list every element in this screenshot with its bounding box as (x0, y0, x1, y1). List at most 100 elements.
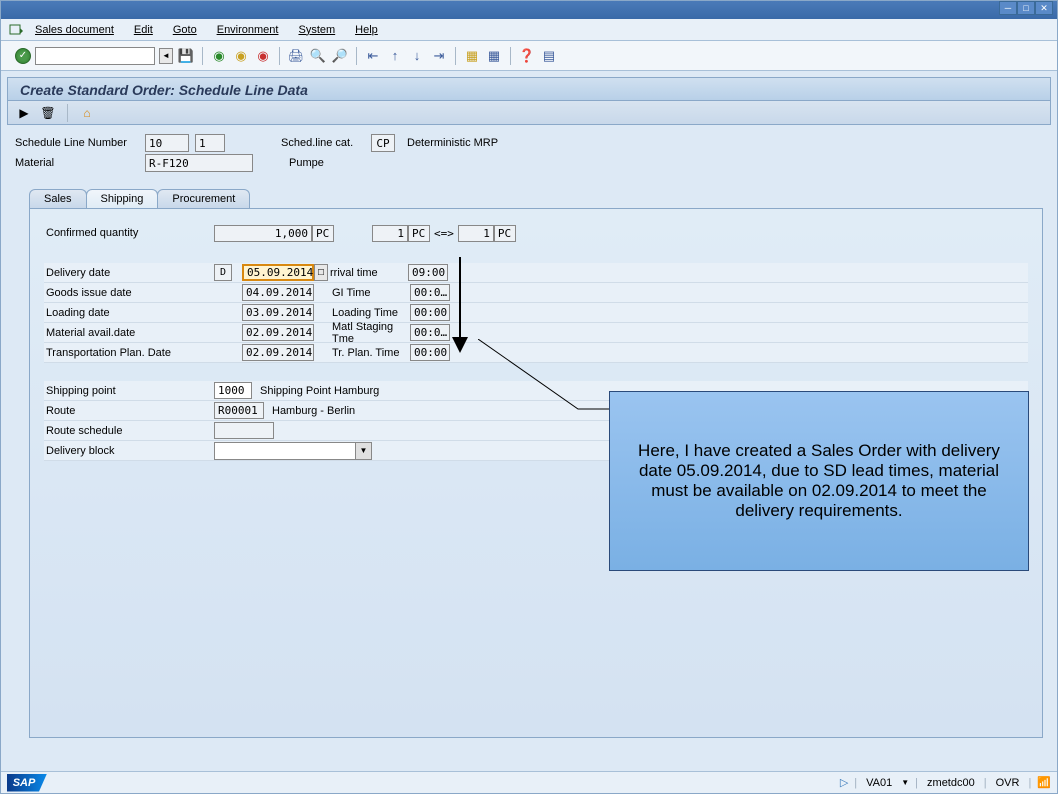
create-session-icon[interactable]: ▦ (463, 47, 481, 65)
delivery-date-val[interactable]: 05.09.2014 (242, 264, 314, 281)
qty3-unit: PC (494, 225, 516, 242)
tr-plan-time-label: Tr. Plan. Time (332, 347, 410, 359)
gi-time-val[interactable]: 00:0… (410, 284, 450, 301)
separator (455, 47, 456, 65)
route-val[interactable]: R00001 (214, 402, 264, 419)
arrival-time-val[interactable]: 09:00 (408, 264, 448, 281)
qty2-unit: PC (408, 225, 430, 242)
shipping-point-val[interactable]: 1000 (214, 382, 252, 399)
delivery-block-label: Delivery block (44, 445, 214, 457)
delivery-block-select[interactable]: ▼ (214, 442, 372, 460)
tab-sales[interactable]: Sales (29, 189, 87, 208)
loading-date-val[interactable]: 03.09.2014 (242, 304, 314, 321)
app-window: ─ □ ✕ Sales document Edit Goto Environme… (0, 0, 1058, 794)
toolbar: ✓ ◄ 💾 ◉ ◉ ◉ 🖨 🔍 🔎 ⇤ ↑ ↓ ⇥ ▦ ▦ ❓ ▤ (1, 41, 1057, 71)
menu-goto[interactable]: Goto (165, 22, 205, 38)
status-mode: OVR (993, 777, 1023, 789)
arrival-time-label: rrival time (330, 267, 408, 279)
sched-line-number-2[interactable] (195, 134, 225, 152)
delivery-date-f4-icon[interactable]: ☐ (314, 264, 328, 281)
qty2-val: 1 (372, 225, 408, 242)
flow-arrow-icon (448, 257, 472, 356)
sched-line-cat-desc: Deterministic MRP (407, 137, 498, 149)
save-icon[interactable]: 💾 (177, 47, 195, 65)
status-forward-icon[interactable]: ▷ (840, 776, 848, 789)
delivery-date-type[interactable]: D (214, 264, 232, 281)
prev-page-icon[interactable]: ↑ (386, 47, 404, 65)
minimize-button[interactable]: ─ (999, 1, 1017, 15)
action-bar: ▶ 🗑 ⌂ (7, 101, 1051, 125)
route-schedule-label: Route schedule (44, 425, 214, 437)
menu-system-icon[interactable] (9, 23, 23, 37)
material-desc: Pumpe (289, 157, 324, 169)
delete-icon[interactable]: 🗑 (40, 105, 56, 121)
exit-icon[interactable]: ◉ (232, 47, 250, 65)
menu-edit[interactable]: Edit (126, 22, 161, 38)
find-next-icon[interactable]: 🔎 (331, 47, 349, 65)
menu-environment[interactable]: Environment (209, 22, 287, 38)
home-icon[interactable]: ⌂ (79, 105, 95, 121)
goods-issue-label: Goods issue date (44, 287, 214, 299)
tab-shipping[interactable]: Shipping (86, 189, 159, 208)
confirmed-qty-val: 1,000 (214, 225, 312, 242)
goods-issue-val[interactable]: 04.09.2014 (242, 284, 314, 301)
shipping-point-desc: Shipping Point Hamburg (260, 385, 379, 397)
tr-plan-date-val[interactable]: 02.09.2014 (242, 344, 314, 361)
separator (279, 47, 280, 65)
statusbar: SAP ▷ | VA01 ▼ | zmetdc00 | OVR | 📶 (1, 771, 1057, 793)
print-icon[interactable]: 🖨 (287, 47, 305, 65)
command-field[interactable] (35, 47, 155, 65)
sched-line-cat-val[interactable] (371, 134, 395, 152)
status-system: zmetdc00 (924, 777, 978, 789)
separator (202, 47, 203, 65)
first-page-icon[interactable]: ⇤ (364, 47, 382, 65)
sap-logo-icon: SAP (7, 774, 47, 792)
route-label: Route (44, 405, 214, 417)
maximize-button[interactable]: □ (1017, 1, 1035, 15)
menu-sales-document[interactable]: Sales document (27, 22, 122, 38)
mat-avail-val[interactable]: 02.09.2014 (242, 324, 314, 341)
loading-time-val[interactable]: 00:00 (410, 304, 450, 321)
menu-system[interactable]: System (290, 22, 343, 38)
mat-staging-label: Matl Staging Tme (332, 321, 410, 345)
mat-staging-val[interactable]: 00:0… (410, 324, 450, 341)
status-right: ▷ | VA01 ▼ | zmetdc00 | OVR | 📶 (840, 776, 1051, 789)
tabs: Sales Shipping Procurement (29, 189, 1043, 208)
tr-plan-time-val[interactable]: 00:00 (410, 344, 450, 361)
gi-time-label: GI Time (332, 287, 410, 299)
route-desc: Hamburg - Berlin (272, 405, 355, 417)
material-val[interactable] (145, 154, 253, 172)
close-button[interactable]: ✕ (1035, 1, 1053, 15)
back-icon[interactable]: ◉ (210, 47, 228, 65)
find-icon[interactable]: 🔍 (309, 47, 327, 65)
status-tcode: VA01 (863, 777, 895, 789)
loading-time-label: Loading Time (332, 307, 410, 319)
last-page-icon[interactable]: ⇥ (430, 47, 448, 65)
status-signal-icon: 📶 (1037, 776, 1051, 789)
execute-icon[interactable]: ▶ (16, 105, 32, 121)
page-title: Create Standard Order: Schedule Line Dat… (7, 77, 1051, 101)
sched-line-cat-label: Sched.line cat. (281, 137, 371, 149)
annotation-text: Here, I have created a Sales Order with … (628, 441, 1010, 521)
separator (510, 47, 511, 65)
separator (67, 104, 68, 122)
shipping-point-label: Shipping point (44, 385, 214, 397)
qty3-val: 1 (458, 225, 494, 242)
next-page-icon[interactable]: ↓ (408, 47, 426, 65)
menu-help[interactable]: Help (347, 22, 386, 38)
sched-line-number-1[interactable] (145, 134, 189, 152)
tab-procurement[interactable]: Procurement (157, 189, 250, 208)
layout-icon[interactable]: ▤ (540, 47, 558, 65)
help-icon[interactable]: ❓ (518, 47, 536, 65)
enter-button[interactable]: ✓ (15, 48, 31, 64)
shortcut-icon[interactable]: ▦ (485, 47, 503, 65)
delivery-date-label: Delivery date (44, 267, 214, 279)
sched-line-number-label: Schedule Line Number (15, 137, 145, 149)
command-dropdown[interactable]: ◄ (159, 48, 173, 64)
route-schedule-val[interactable] (214, 422, 274, 439)
menubar: Sales document Edit Goto Environment Sys… (1, 19, 1057, 41)
cancel-icon[interactable]: ◉ (254, 47, 272, 65)
separator (356, 47, 357, 65)
tr-plan-date-label: Transportation Plan. Date (44, 347, 214, 359)
confirmed-qty-unit: PC (312, 225, 334, 242)
